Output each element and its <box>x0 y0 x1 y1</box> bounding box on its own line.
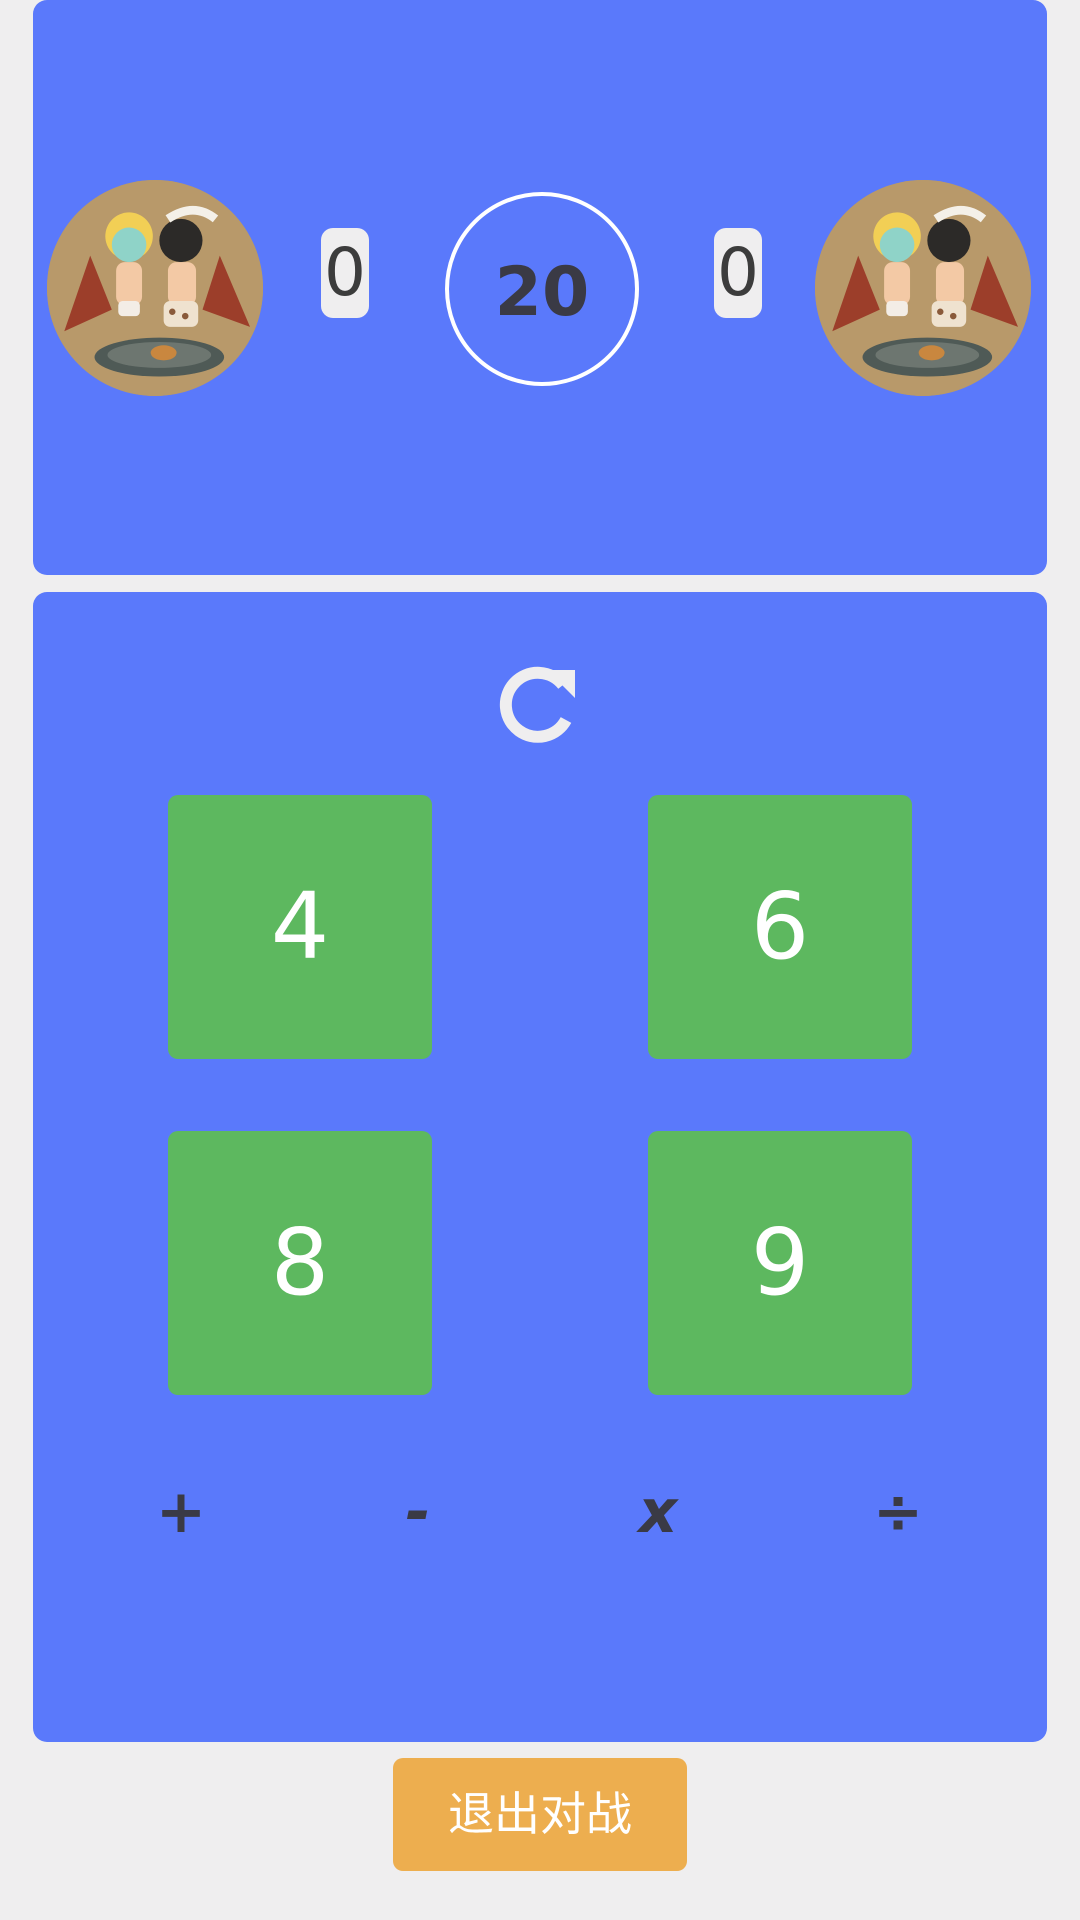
player-left-avatar <box>47 180 263 396</box>
divide-operator-button[interactable]: ÷ <box>848 1462 948 1562</box>
avatar-icon <box>47 180 263 396</box>
refresh-icon <box>499 666 575 743</box>
avatar-icon <box>815 180 1031 396</box>
refresh-button[interactable] <box>495 658 585 748</box>
multiply-operator-button[interactable]: x <box>608 1462 708 1562</box>
player-left-score: 0 <box>321 228 369 318</box>
countdown-timer: 20 <box>445 192 639 386</box>
plus-operator-button[interactable]: + <box>131 1462 231 1562</box>
number-card[interactable]: 9 <box>648 1131 912 1395</box>
player-right-score: 0 <box>714 228 762 318</box>
player-right-avatar <box>815 180 1031 396</box>
number-card[interactable]: 4 <box>168 795 432 1059</box>
number-card[interactable]: 6 <box>648 795 912 1059</box>
exit-battle-button[interactable]: 退出对战 <box>393 1758 687 1871</box>
minus-operator-button[interactable]: - <box>368 1462 468 1562</box>
game-board-panel: 4 6 8 9 + - x ÷ <box>33 592 1047 1742</box>
number-card[interactable]: 8 <box>168 1131 432 1395</box>
battle-header-panel: 0 20 0 <box>33 0 1047 575</box>
